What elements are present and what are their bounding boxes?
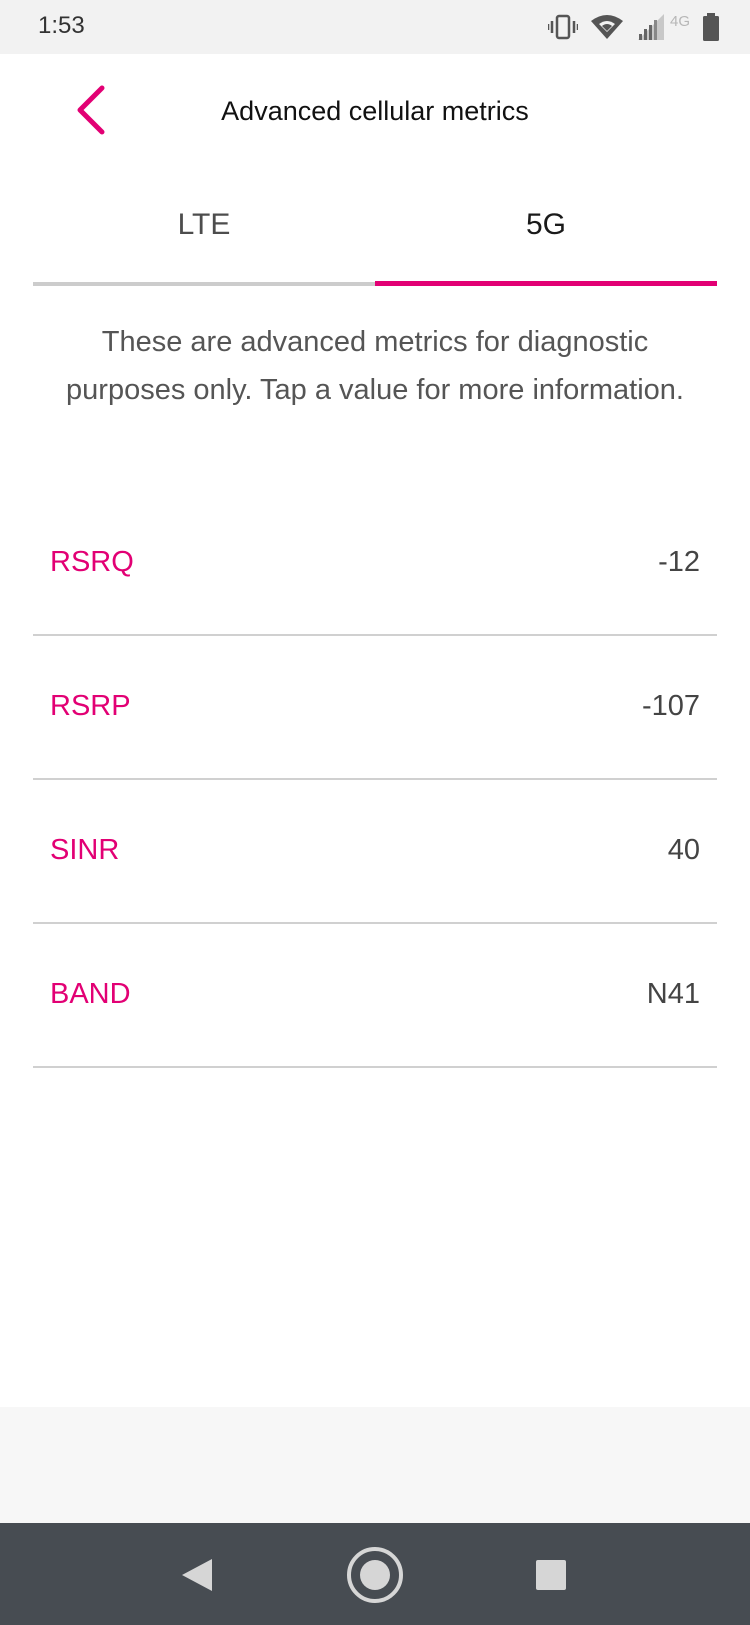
battery-icon (702, 13, 720, 41)
nav-home-icon (347, 1547, 403, 1603)
tab-lte[interactable]: LTE (33, 182, 375, 286)
network-type: 4G (669, 12, 690, 30)
metric-label: RSRQ (50, 546, 134, 578)
metric-label: BAND (50, 978, 131, 1010)
network-tabs: LTE 5G (33, 182, 717, 286)
metric-label: RSRP (50, 690, 131, 722)
tab-lte-label: LTE (177, 208, 231, 241)
tab-lte-underline (33, 282, 375, 286)
description-text: These are advanced metrics for diagnosti… (66, 326, 684, 406)
nav-home-button[interactable] (343, 1543, 407, 1607)
system-nav-bar (0, 1523, 750, 1625)
bottom-spacer (0, 1407, 750, 1523)
metric-value[interactable]: N41 (647, 978, 700, 1011)
wifi-icon (590, 14, 624, 40)
tab-5g[interactable]: 5G (375, 182, 717, 286)
cell-signal-icon (636, 14, 666, 40)
app-header: Advanced cellular metrics (0, 54, 750, 170)
metric-value[interactable]: -12 (658, 546, 700, 579)
nav-back-button[interactable] (164, 1543, 228, 1607)
nav-back-icon (182, 1559, 212, 1591)
status-icons: 4G (547, 10, 720, 44)
metric-row-rsrp[interactable]: RSRP -107 (33, 636, 717, 780)
metric-label: SINR (50, 834, 120, 866)
metric-value[interactable]: 40 (668, 834, 700, 867)
page-title: Advanced cellular metrics (221, 96, 529, 126)
vibrate-icon (547, 14, 578, 40)
metric-row-rsrq[interactable]: RSRQ -12 (33, 492, 717, 636)
tab-5g-label: 5G (525, 208, 567, 241)
nav-recent-icon (536, 1560, 566, 1590)
metric-value[interactable]: -107 (642, 690, 700, 723)
status-bar: 1:53 4G (0, 0, 750, 54)
tab-5g-active-indicator (375, 281, 717, 286)
status-time: 1:53 (38, 12, 85, 39)
metric-row-band[interactable]: BAND N41 (33, 924, 717, 1068)
nav-recent-button[interactable] (519, 1543, 583, 1607)
metrics-list: RSRQ -12 RSRP -107 SINR 40 BAND N41 (33, 492, 717, 1068)
metric-row-sinr[interactable]: SINR 40 (33, 780, 717, 924)
